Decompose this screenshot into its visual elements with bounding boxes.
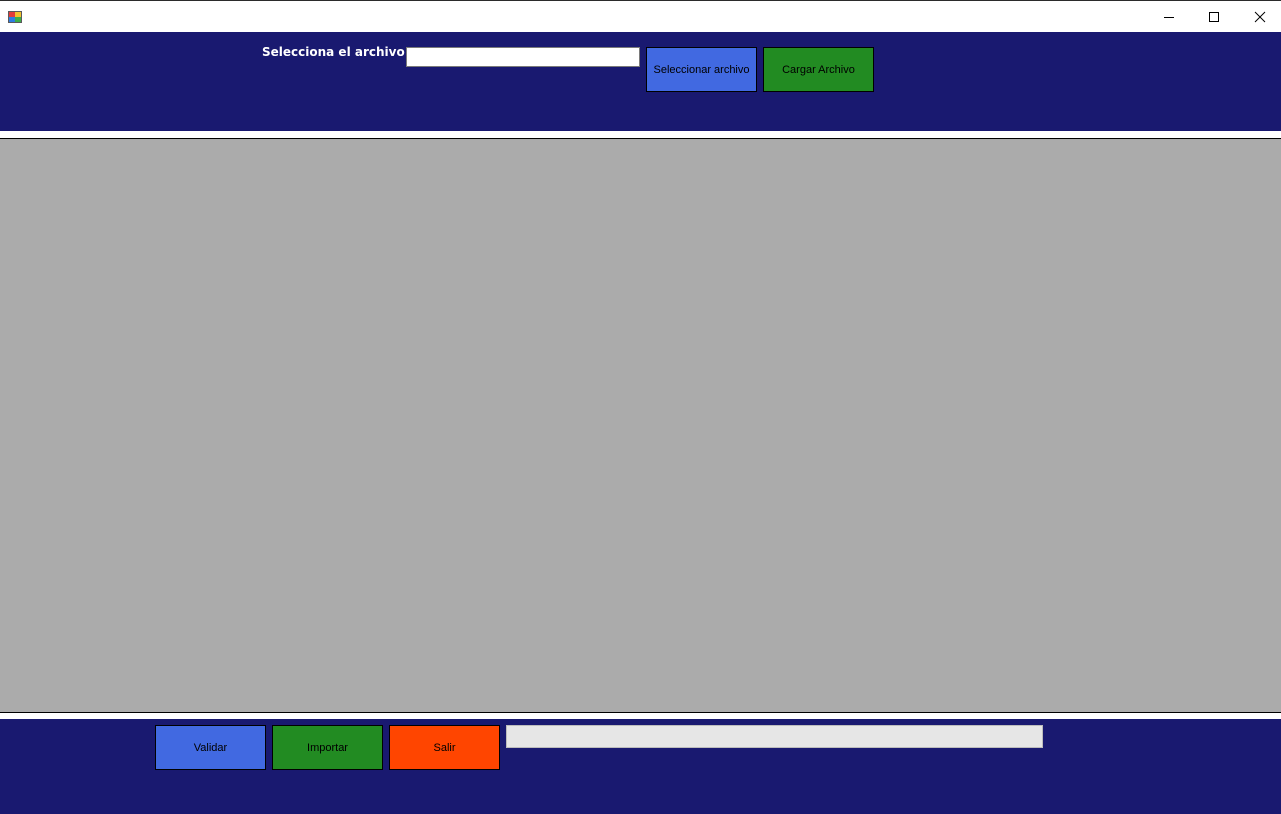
progress-bar	[506, 725, 1043, 748]
minimize-button[interactable]	[1146, 1, 1192, 32]
window-titlebar[interactable]	[0, 0, 1281, 32]
import-button[interactable]: Importar	[272, 725, 383, 770]
validate-button[interactable]: Validar	[155, 725, 266, 770]
file-label: Selecciona el archivo:	[262, 45, 410, 59]
actions-panel: Validar Importar Salir	[0, 719, 1281, 814]
maximize-button[interactable]	[1191, 1, 1237, 32]
exit-button[interactable]: Salir	[389, 725, 500, 770]
select-file-button[interactable]: Seleccionar archivo	[646, 47, 757, 92]
close-button[interactable]	[1237, 1, 1281, 32]
file-selection-panel: Selecciona el archivo: Seleccionar archi…	[0, 32, 1281, 131]
data-grid[interactable]	[0, 138, 1281, 713]
minimize-icon	[1164, 16, 1174, 18]
file-path-input[interactable]	[406, 47, 640, 67]
maximize-icon	[1209, 11, 1219, 22]
load-file-button[interactable]: Cargar Archivo	[763, 47, 874, 92]
close-icon	[1254, 11, 1266, 22]
app-form-icon	[8, 10, 22, 24]
